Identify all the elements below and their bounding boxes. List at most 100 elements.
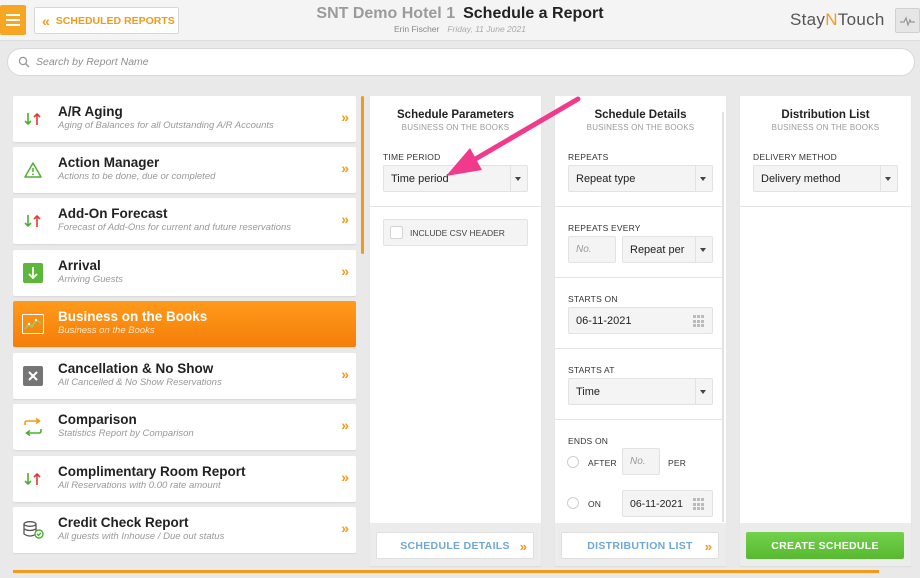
panel-subtitle: BUSINESS ON THE BOOKS [401,123,510,132]
double-chevron-right-icon: » [341,366,349,382]
double-chevron-right-icon: » [341,469,349,485]
double-chevron-right-icon: » [341,160,349,176]
activity-log-button[interactable] [895,8,920,33]
list-item-ar-aging[interactable]: A/R Aging Aging of Balances for all Outs… [13,96,356,142]
starts-on-date-input[interactable]: 06-11-2021 [568,307,713,334]
divider [740,206,911,207]
ends-on-date-value: 06-11-2021 [630,497,683,510]
repeats-every-label: REPEATS EVERY [568,223,641,233]
warning-triangle-icon [22,159,44,181]
double-chevron-right-icon: » [341,520,349,536]
calendar-grid-icon[interactable] [693,498,706,511]
list-item-complimentary-room-report[interactable]: Complimentary Room Report All Reservatio… [13,456,356,502]
caret-down-icon [700,177,706,181]
time-period-select[interactable]: Time period [383,165,528,192]
business-date: Friday, 11 June 2021 [447,24,526,34]
delivery-method-label: DELIVERY METHOD [753,152,837,162]
report-description: All Cancelled & No Show Reservations [58,377,222,388]
repeats-select[interactable]: Repeat type [568,165,713,192]
list-item-add-on-forecast[interactable]: Add-On Forecast Forecast of Add-Ons for … [13,198,356,244]
search-input[interactable] [36,56,536,68]
panel-subtitle: BUSINESS ON THE BOOKS [771,123,880,132]
list-item-credit-check-report[interactable]: Credit Check Report All guests with Inho… [13,507,356,553]
hotel-name: SNT Demo Hotel 1 [316,5,456,22]
list-item-arrival[interactable]: Arrival Arriving Guests » [13,250,356,296]
create-schedule-button[interactable]: CREATE SCHEDULE [746,532,904,559]
caret-down-icon [515,177,521,181]
starts-at-value: Time [576,385,601,398]
starts-at-select[interactable]: Time [568,378,713,405]
report-search-bar[interactable] [7,48,915,76]
double-chevron-right-icon: » [341,263,349,279]
report-name: Business on the Books [58,309,208,324]
up-down-arrows-icon [22,468,44,490]
user-name: Erin Fischer [394,24,440,34]
report-name: Action Manager [58,155,160,170]
trend-chart-icon [22,313,44,335]
ends-after-number-input[interactable]: No. [622,448,660,475]
include-csv-header-checkbox[interactable]: INCLUDE CSV HEADER [383,219,528,246]
double-chevron-right-icon: » [341,211,349,227]
double-chevron-right-icon: » [341,417,349,433]
list-item-cancellation-no-show[interactable]: Cancellation & No Show All Cancelled & N… [13,353,356,399]
distribution-list-button[interactable]: DISTRIBUTION LIST » [561,532,719,559]
bottom-accent-bar [13,570,879,573]
calendar-grid-icon[interactable] [693,315,706,328]
schedule-details-button[interactable]: SCHEDULE DETAILS » [376,532,534,559]
report-list-scrollbar[interactable] [361,96,364,254]
caret-down-icon [700,248,706,252]
swap-arrows-icon [22,416,44,438]
list-item-action-manager[interactable]: Action Manager Actions to be done, due o… [13,147,356,193]
delivery-method-select[interactable]: Delivery method [753,165,898,192]
panel-title: Schedule Parameters [397,109,514,121]
repeats-label: REPEATS [568,152,609,162]
repeats-every-number-input[interactable]: No. [568,236,616,263]
report-description: All Reservations with 0.00 rate amount [58,480,221,491]
up-down-arrows-icon [22,108,44,130]
time-period-value: Time period [391,172,449,185]
ends-after-radio[interactable] [567,456,579,468]
report-description: Forecast of Add-Ons for current and futu… [58,222,292,233]
staynttouch-logo: StayNTouch [790,10,885,29]
starts-at-label: STARTS AT [568,365,615,375]
starts-on-value: 06-11-2021 [576,314,632,327]
divider [555,419,722,420]
caret-down-icon [885,177,891,181]
distribution-list-label: DISTRIBUTION LIST [587,539,693,552]
on-label: ON [588,499,602,509]
report-description: All guests with Inhouse / Due out status [58,531,225,542]
after-label: AFTER [588,458,617,468]
double-chevron-right-icon: » [341,109,349,125]
schedule-details-panel: Schedule Details BUSINESS ON THE BOOKS R… [555,96,726,566]
ends-on-radio[interactable] [567,497,579,509]
activity-pulse-icon [900,15,915,26]
ends-on-label: ENDS ON [568,436,609,446]
list-item-business-on-the-books[interactable]: Business on the Books Business on the Bo… [13,301,356,347]
divider [555,206,722,207]
list-item-comparison[interactable]: Comparison Statistics Report by Comparis… [13,404,356,450]
report-description: Actions to be done, due or completed [58,171,216,182]
repeat-per-value: Repeat per [630,243,685,256]
caret-down-icon [700,390,706,394]
repeats-value: Repeat type [576,172,636,185]
details-scrollbar[interactable] [722,112,724,522]
double-chevron-right-icon: » [704,539,712,554]
page-title-block: SNT Demo Hotel 1 Schedule a Report Erin F… [0,5,920,34]
double-chevron-right-icon: » [519,539,527,554]
ends-on-date-input[interactable]: 06-11-2021 [622,490,713,517]
checkbox-box[interactable] [390,226,403,239]
report-name: Complimentary Room Report [58,464,246,479]
divider [555,277,722,278]
schedule-parameters-panel: Schedule Parameters BUSINESS ON THE BOOK… [370,96,541,566]
report-name: Cancellation & No Show [58,361,214,376]
up-down-arrows-icon [22,210,44,232]
report-description: Business on the Books [58,325,155,336]
distribution-list-panel: Distribution List BUSINESS ON THE BOOKS … [740,96,911,566]
schedule-details-label: SCHEDULE DETAILS [400,539,510,552]
csv-header-label: INCLUDE CSV HEADER [410,227,505,238]
report-name: Credit Check Report [58,515,189,530]
top-header: « SCHEDULED REPORTS SNT Demo Hotel 1 Sche… [0,0,920,41]
per-label: PER [668,458,687,468]
repeat-per-select[interactable]: Repeat per [622,236,713,263]
panel-title: Schedule Details [594,109,687,121]
